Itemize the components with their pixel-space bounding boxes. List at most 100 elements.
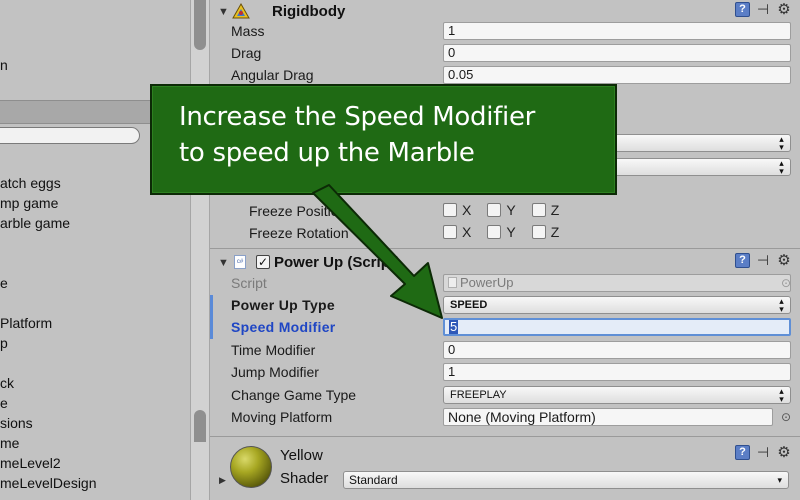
hierarchy-item[interactable]: sions: [0, 415, 33, 431]
script-value: PowerUp: [460, 275, 514, 290]
component-separator: [210, 436, 800, 437]
hierarchy-item[interactable]: me: [0, 435, 19, 451]
field-label: Moving Platform: [231, 409, 333, 425]
shader-dropdown[interactable]: Standard ▾: [343, 471, 789, 489]
script-icon: c#: [234, 255, 246, 269]
field-label: Script: [231, 275, 267, 291]
freeze-rotation-y-checkbox[interactable]: [487, 225, 502, 239]
field-label: Power Up Type: [231, 297, 335, 313]
hierarchy-item[interactable]: p: [0, 335, 8, 351]
dropdown-value: FREEPLAY: [450, 389, 507, 401]
material-preview: [230, 446, 272, 488]
gear-icon[interactable]: ⚙: [776, 2, 792, 17]
fold-arrow-icon[interactable]: ▼: [218, 6, 229, 18]
hierarchy-item[interactable]: mp game: [0, 195, 58, 211]
axis-label: Y: [506, 224, 516, 240]
dropdown-value: SPEED: [450, 299, 488, 311]
change-game-type-row: Change Game Type FREEPLAY ▴ ▾: [210, 384, 800, 406]
callout-line: to speed up the Marble: [179, 138, 475, 168]
angular-drag-row: Angular Drag 0.05: [210, 64, 800, 86]
scrollbar-thumb[interactable]: [194, 0, 206, 50]
drag-row: Drag 0: [210, 42, 800, 64]
axis-label: Z: [550, 202, 560, 218]
component-title: Rigidbody: [272, 3, 346, 20]
inspector-panel: ▼ Rigidbody ? ⊣ ⚙ Mass 1 Drag 0 Angular …: [210, 0, 800, 500]
field-label: Drag: [231, 45, 262, 61]
mass-field[interactable]: 1: [443, 22, 791, 40]
axis-label: X: [462, 224, 472, 240]
power-up-type-row: Power Up Type SPEED ▴ ▾: [210, 294, 800, 316]
freeze-rotation-z-checkbox[interactable]: [531, 225, 546, 239]
speed-modifier-row: Speed Modifier 5: [210, 316, 800, 338]
axis-label: X: [462, 202, 472, 218]
hierarchy-item[interactable]: arble game: [0, 215, 70, 231]
script-file-icon: [448, 277, 457, 288]
freeze-rotation-x-checkbox[interactable]: [443, 225, 457, 239]
callout-line: Increase the Speed Modifier: [179, 102, 536, 132]
fold-arrow-icon[interactable]: ▼: [218, 257, 229, 269]
jump-modifier-row: Jump Modifier 1: [210, 361, 800, 383]
object-picker-icon[interactable]: ⊙: [781, 410, 791, 424]
field-label: Mass: [231, 23, 265, 39]
tutorial-callout: Increase the Speed Modifier to speed up …: [150, 84, 617, 195]
time-modifier-row: Time Modifier 0: [210, 339, 800, 361]
component-title: Power Up (Script): [274, 254, 400, 271]
shader-label: Shader: [280, 470, 329, 487]
field-label: Freeze Position: [249, 203, 347, 219]
component-enable-checkbox[interactable]: ✓: [256, 255, 270, 269]
hierarchy-item[interactable]: e: [0, 275, 8, 291]
field-label: Freeze Rotation: [249, 225, 349, 241]
hierarchy-item[interactable]: meLevel2: [0, 455, 61, 471]
script-row: Script PowerUp ⊙: [210, 272, 800, 294]
component-separator: [210, 248, 800, 249]
hierarchy-search-input[interactable]: [0, 127, 140, 144]
preset-icon[interactable]: ⊣: [756, 253, 770, 268]
drag-field[interactable]: 0: [443, 44, 791, 62]
speed-modifier-field[interactable]: 5: [443, 318, 791, 336]
axis-label: Y: [506, 202, 516, 218]
panel-scrollbar[interactable]: [190, 0, 210, 500]
time-modifier-field[interactable]: 0: [443, 341, 791, 359]
material-name: Yellow: [280, 447, 323, 464]
script-field: PowerUp: [443, 274, 791, 292]
power-up-type-dropdown[interactable]: SPEED ▴ ▾: [443, 296, 791, 314]
help-icon[interactable]: ?: [735, 253, 750, 268]
scrollbar-thumb[interactable]: [194, 410, 206, 442]
field-label: Time Modifier: [231, 342, 316, 358]
field-label: Angular Drag: [231, 67, 314, 83]
preset-icon[interactable]: ⊣: [756, 2, 770, 17]
freeze-position-y-checkbox[interactable]: [487, 203, 502, 217]
object-picker-icon: ⊙: [780, 276, 791, 290]
rigidbody-icon: [232, 3, 250, 19]
freeze-position-z-checkbox[interactable]: [531, 203, 546, 217]
hierarchy-item[interactable]: e: [0, 395, 8, 411]
preset-icon[interactable]: ⊣: [756, 445, 770, 460]
hierarchy-panel: n atch eggs mp game arble game e Platfor…: [0, 0, 190, 500]
hierarchy-item[interactable]: n: [0, 57, 8, 73]
field-label: Jump Modifier: [231, 364, 319, 380]
freeze-position-row: Freeze Position X Y Z: [210, 200, 800, 222]
hierarchy-item[interactable]: ck: [0, 375, 14, 391]
field-value: 5: [449, 319, 459, 334]
freeze-position-x-checkbox[interactable]: [443, 203, 457, 217]
field-label: Change Game Type: [231, 387, 357, 403]
hierarchy-item[interactable]: Platform: [0, 315, 52, 331]
help-icon[interactable]: ?: [735, 445, 750, 460]
material-section: ▶ Yellow Shader Standard ▾ ? ⊣ ⚙: [210, 438, 800, 500]
gear-icon[interactable]: ⚙: [776, 445, 792, 460]
help-icon[interactable]: ?: [735, 2, 750, 17]
angular-drag-field[interactable]: 0.05: [443, 66, 791, 84]
gear-icon[interactable]: ⚙: [776, 253, 792, 268]
hierarchy-item[interactable]: atch eggs: [0, 175, 61, 191]
field-label: Speed Modifier: [231, 319, 336, 335]
hierarchy-item[interactable]: meLevelDesign: [0, 475, 97, 491]
axis-label: Z: [550, 224, 560, 240]
moving-platform-row: Moving Platform None (Moving Platform) ⊙: [210, 406, 800, 428]
fold-arrow-icon[interactable]: ▶: [219, 475, 226, 486]
jump-modifier-field[interactable]: 1: [443, 363, 791, 381]
moving-platform-field[interactable]: None (Moving Platform): [443, 408, 773, 426]
dropdown-value: Standard: [349, 473, 398, 487]
mass-row: Mass 1: [210, 20, 800, 42]
freeze-rotation-row: Freeze Rotation X Y Z: [210, 222, 800, 244]
change-game-type-dropdown[interactable]: FREEPLAY ▴ ▾: [443, 386, 791, 404]
